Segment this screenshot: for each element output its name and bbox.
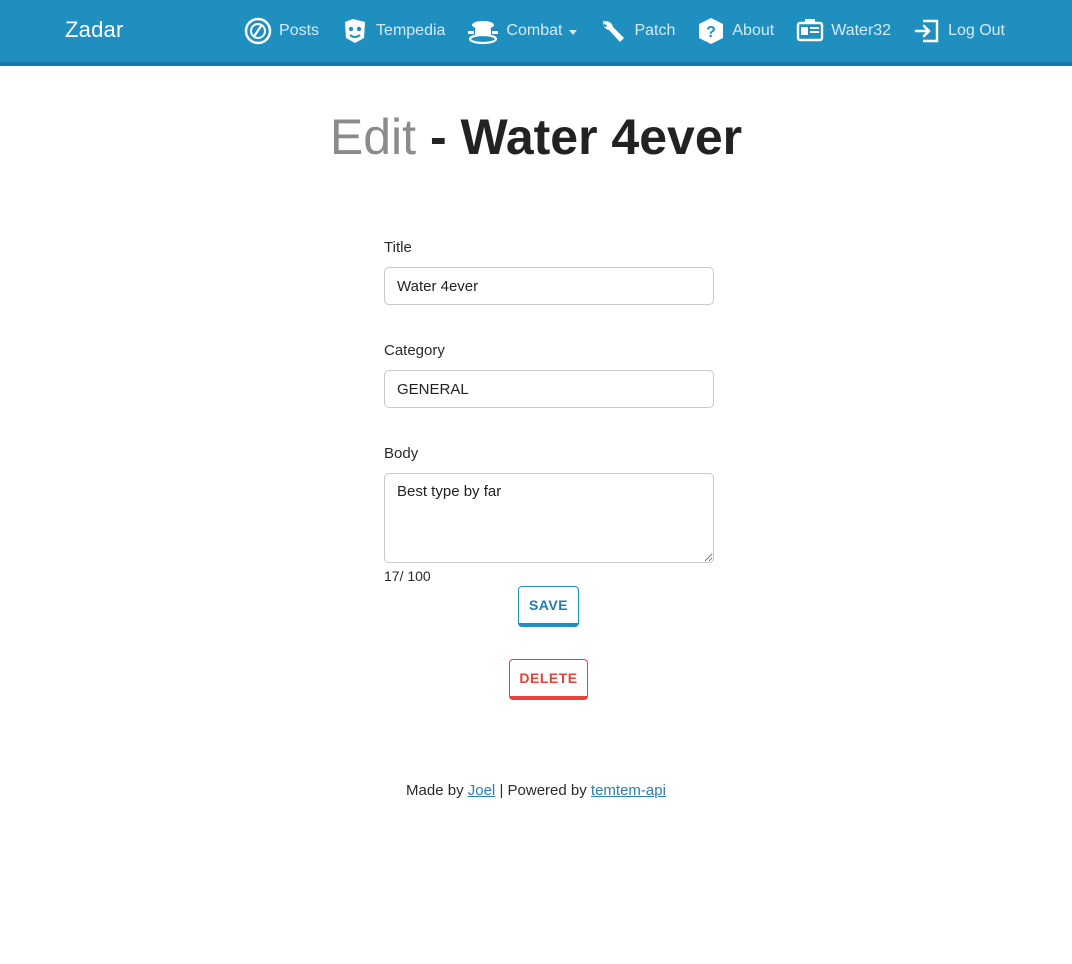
nav-item-posts[interactable]: Posts bbox=[243, 16, 319, 46]
footer-powered-by-text: | Powered by bbox=[495, 782, 591, 799]
body-textarea[interactable]: Best type by far bbox=[384, 473, 714, 563]
footer-made-by-text: Made by bbox=[406, 782, 468, 799]
title-label: Title bbox=[384, 239, 412, 256]
title-input[interactable] bbox=[384, 267, 714, 305]
tempedia-icon bbox=[340, 16, 370, 46]
logout-icon bbox=[912, 16, 942, 46]
character-counter: 17/ 100 bbox=[384, 568, 431, 584]
nav-item-label: Log Out bbox=[948, 22, 1005, 39]
api-link[interactable]: temtem-api bbox=[591, 782, 666, 799]
nav-item-combat[interactable]: Combat bbox=[466, 16, 578, 46]
brand-logo-text[interactable]: Zadar bbox=[65, 17, 123, 43]
nav-item-label: Combat bbox=[506, 22, 563, 39]
top-navbar: Zadar Posts Tempedia Combat Patch ? Abou… bbox=[0, 0, 1072, 66]
question-icon: ? bbox=[696, 16, 726, 46]
wrench-icon bbox=[598, 16, 628, 46]
page-title-prefix: Edit bbox=[329, 109, 417, 165]
delete-button[interactable]: DELETE bbox=[509, 659, 588, 700]
nav-item-label: About bbox=[732, 22, 775, 39]
category-label: Category bbox=[384, 342, 445, 359]
footer: Made by Joel | Powered by temtem-api bbox=[0, 782, 1072, 799]
save-button[interactable]: SAVE bbox=[518, 586, 579, 627]
body-label: Body bbox=[384, 445, 419, 462]
nav-item-label: Posts bbox=[279, 22, 320, 39]
nav-item-patch[interactable]: Patch bbox=[598, 16, 675, 46]
nav-item-label: Patch bbox=[634, 22, 676, 39]
nav-item-label: Tempedia bbox=[376, 22, 446, 39]
posts-icon bbox=[243, 16, 273, 46]
author-link[interactable]: Joel bbox=[468, 782, 496, 799]
nav-item-label: Water32 bbox=[831, 22, 892, 39]
nav-item-about[interactable]: ? About bbox=[696, 16, 774, 46]
nav-menu: Posts Tempedia Combat Patch ? About Wate… bbox=[222, 0, 1005, 62]
chevron-down-icon bbox=[569, 29, 578, 35]
category-input[interactable] bbox=[384, 370, 714, 408]
page-title-separator: - bbox=[416, 109, 461, 165]
edit-post-form: Title Category Body Best type by far 17/… bbox=[384, 238, 714, 585]
combat-icon bbox=[466, 16, 500, 46]
page-title-name: Water 4ever bbox=[460, 109, 743, 165]
nav-item-logout[interactable]: Log Out bbox=[912, 16, 1005, 46]
nav-item-profile[interactable]: Water32 bbox=[795, 16, 891, 46]
nav-item-tempedia[interactable]: Tempedia bbox=[340, 16, 445, 46]
page-title: Edit - Water 4ever bbox=[0, 108, 1072, 166]
svg-text:?: ? bbox=[706, 24, 716, 41]
id-card-icon bbox=[795, 16, 825, 46]
